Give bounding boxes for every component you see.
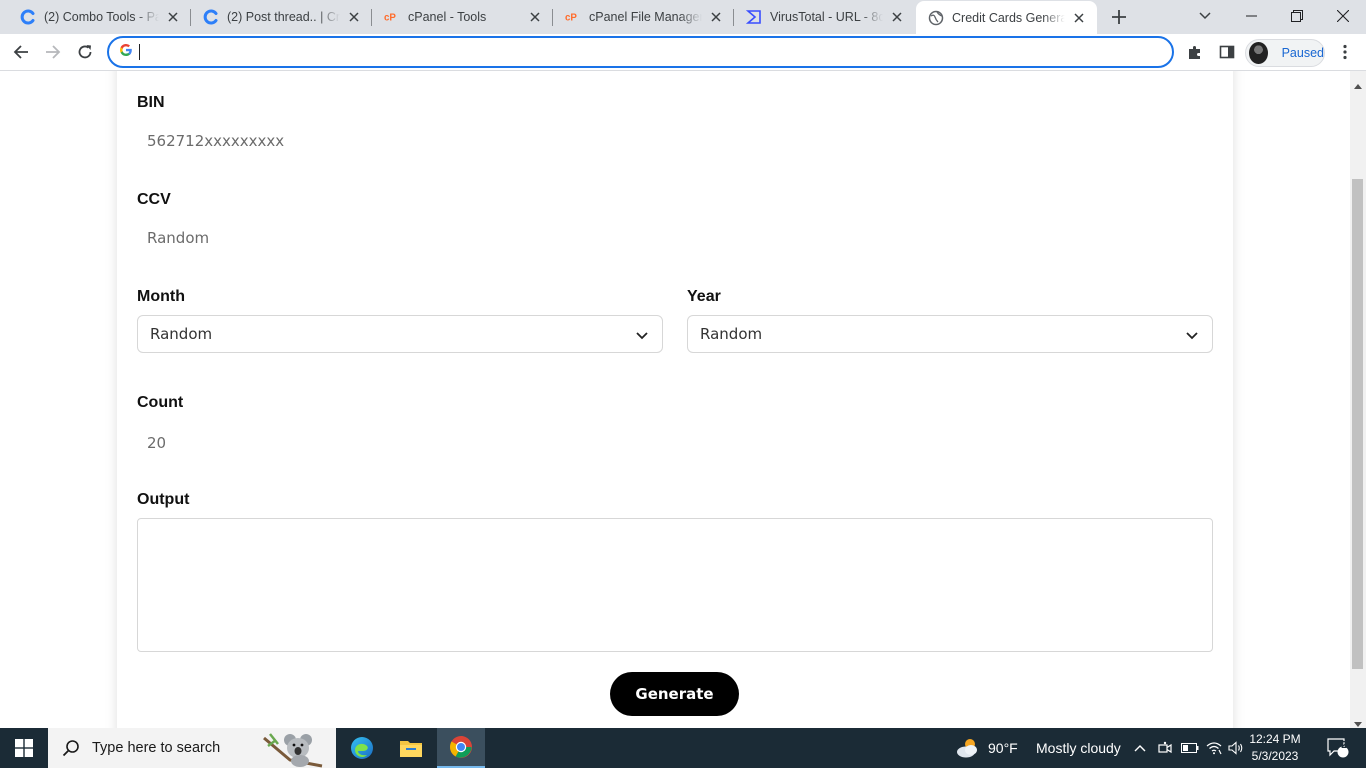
tab-title: VirusTotal - URL - 8cc2 [770, 10, 883, 24]
cpanel-icon: cP [384, 9, 400, 25]
restore-button[interactable] [1274, 0, 1320, 32]
tab-combo-tools[interactable]: (2) Combo Tools - Paid [8, 0, 191, 34]
chevron-down-icon [634, 327, 650, 343]
year-label: Year [687, 288, 721, 305]
scrollbar-thumb[interactable] [1352, 179, 1363, 669]
address-bar[interactable] [107, 36, 1174, 68]
bin-input[interactable] [137, 129, 537, 153]
extensions-puzzle-icon[interactable] [1180, 37, 1210, 67]
address-input[interactable] [140, 40, 1172, 64]
scroll-down-arrow-icon[interactable] [1354, 715, 1362, 727]
count-label: Count [137, 394, 184, 411]
month-label: Month [137, 288, 185, 305]
svg-text:cP: cP [384, 13, 396, 24]
tab-title: Credit Cards Generator [952, 10, 1065, 25]
ccv-input[interactable] [137, 226, 537, 250]
ccv-label: CCV [137, 191, 171, 208]
close-tab-icon[interactable] [708, 9, 724, 25]
clock-time: 12:24 PM [1249, 732, 1301, 746]
crax-c-icon [203, 9, 219, 25]
network-icon[interactable] [1203, 728, 1225, 768]
tab-title: (2) Combo Tools - Paid [44, 10, 159, 24]
page-viewport: BIN CCV Month Random Year Random Count O… [0, 71, 1350, 728]
output-label: Output [137, 491, 190, 508]
year-selected-value: Random [700, 325, 763, 343]
tab-cpanel-file-manager[interactable]: cP cPanel File Manager v [553, 0, 734, 34]
meet-now-icon[interactable] [1155, 728, 1175, 768]
folder-icon [400, 741, 422, 757]
volume-icon[interactable] [1226, 728, 1246, 768]
weather-cloud-icon[interactable] [954, 728, 982, 768]
windows-logo-icon [15, 739, 33, 757]
reload-button[interactable] [70, 37, 100, 67]
close-tab-icon[interactable] [346, 9, 362, 25]
generator-card: BIN CCV Month Random Year Random Count O… [117, 71, 1233, 728]
month-selected-value: Random [150, 325, 213, 343]
browser-toolbar: Paused [0, 34, 1366, 71]
virustotal-icon [746, 9, 762, 25]
taskbar-search-box[interactable]: Type here to search [48, 728, 336, 768]
tab-title: (2) Post thread.. | Crax [227, 10, 340, 24]
tab-post-thread[interactable]: (2) Post thread.. | Crax [191, 0, 372, 34]
google-g-icon [119, 43, 133, 62]
minimize-button[interactable] [1228, 0, 1274, 32]
bin-label: BIN [137, 94, 165, 111]
chrome-icon [450, 736, 472, 758]
close-tab-icon[interactable] [165, 9, 181, 25]
close-tab-icon[interactable] [527, 9, 543, 25]
output-textarea[interactable] [137, 518, 1213, 652]
battery-icon[interactable] [1179, 728, 1201, 768]
scroll-up-arrow-icon[interactable] [1354, 76, 1362, 89]
start-button[interactable] [0, 728, 48, 768]
svg-text:cP: cP [565, 13, 577, 24]
tab-strip: (2) Combo Tools - Paid (2) Post thread..… [0, 0, 1366, 34]
koala-illustration-icon [260, 730, 326, 768]
close-tab-icon[interactable] [1071, 10, 1087, 26]
edge-icon [351, 737, 373, 759]
tab-credit-cards-generator[interactable]: Credit Cards Generator [916, 1, 1097, 34]
globe-icon [928, 10, 944, 26]
close-tab-icon[interactable] [889, 9, 905, 25]
windows-taskbar: Type here to search 90°F Mostly cloudy 1… [0, 728, 1366, 768]
weather-temperature[interactable]: 90°F [988, 728, 1018, 768]
new-tab-button[interactable] [1107, 5, 1131, 29]
tab-search-chevron-icon[interactable] [1182, 0, 1228, 32]
chevron-down-icon [1184, 327, 1200, 343]
generate-button[interactable]: Generate [610, 672, 739, 716]
taskbar-edge[interactable] [338, 728, 386, 768]
search-placeholder: Type here to search [92, 740, 221, 756]
crax-c-icon [20, 9, 36, 25]
taskbar-clock[interactable]: 12:24 PM 5/3/2023 [1244, 731, 1306, 765]
taskbar-chrome[interactable] [437, 728, 485, 768]
profile-status: Paused [1281, 46, 1324, 60]
weather-description[interactable]: Mostly cloudy [1036, 728, 1121, 768]
tab-title: cPanel - Tools [408, 10, 487, 24]
avatar [1249, 42, 1268, 64]
year-select[interactable]: Random [687, 315, 1213, 353]
close-window-button[interactable] [1320, 0, 1366, 32]
side-panel-icon[interactable] [1212, 37, 1242, 67]
tab-title: cPanel File Manager v [589, 10, 702, 24]
count-input[interactable] [137, 431, 537, 455]
more-menu-icon[interactable] [1330, 37, 1360, 67]
profile-button[interactable]: Paused [1245, 39, 1325, 67]
notification-count: 2 [1341, 740, 1347, 751]
taskbar-file-explorer[interactable] [387, 728, 435, 768]
vertical-scrollbar[interactable] [1350, 71, 1366, 728]
forward-button[interactable] [38, 37, 68, 67]
clock-date: 5/3/2023 [1251, 749, 1299, 763]
month-select[interactable]: Random [137, 315, 663, 353]
cpanel-icon: cP [565, 9, 581, 25]
tab-cpanel-tools[interactable]: cP cPanel - Tools [372, 0, 553, 34]
show-hidden-icons-chevron-icon[interactable] [1130, 728, 1150, 768]
search-icon [62, 739, 80, 757]
notification-center-button[interactable]: 2 [1318, 728, 1358, 768]
tab-virustotal[interactable]: VirusTotal - URL - 8cc2 [734, 0, 915, 34]
back-button[interactable] [6, 37, 36, 67]
